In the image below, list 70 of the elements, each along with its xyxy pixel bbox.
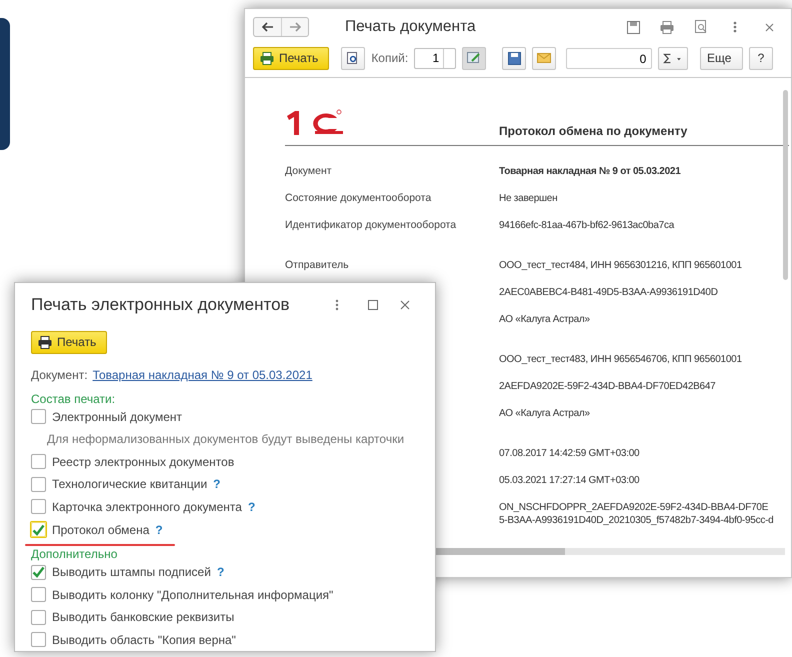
hint-text: Для неформализованных документов будут выведены карточки [46,431,406,448]
envelope-icon [537,53,552,63]
checkbox-label: Технологические квитанции [52,477,208,492]
checkbox-label: Электронный документ [52,410,182,424]
help-link[interactable]: ? [213,477,220,492]
checkbox[interactable] [31,632,46,648]
field-value: АО «Калуга Астрал» [499,313,590,326]
checkbox[interactable] [31,610,46,625]
section-title: Состав печати: [31,392,116,406]
forward-arrow-icon [289,22,301,32]
printer-icon [260,52,274,64]
field-value: Не завершен [499,192,558,205]
document-heading: Протокол обмена по документу [499,124,688,138]
table-pencil-icon [467,52,482,64]
field-label: Идентификатор документооборота [285,219,458,231]
preview-button[interactable] [341,46,366,70]
checkbox[interactable] [31,476,46,492]
checkbox[interactable] [31,587,46,602]
floppy-icon [508,52,521,64]
save-button[interactable] [502,46,526,70]
window-title: Печать документа [345,18,477,36]
printer-icon [38,336,52,349]
print-button[interactable]: Печать [253,46,330,70]
checkbox-label: Выводить область "Копия верна" [52,632,236,647]
field-value: 2AEC0ABEBC4-B481-49D5-B3AA-A9936191D40D [499,286,718,299]
checkbox-label: Реестр электронных документов [52,454,234,469]
checkbox-label: Протокол обмена [52,522,150,537]
email-button[interactable] [532,46,556,70]
sigma-icon [663,52,682,64]
document-label: Документ: [31,368,88,382]
field-value: 94166efc-81aa-467b-bf62-9613ac0ba7ca [499,219,674,232]
sum-dropdown-button[interactable] [658,46,688,70]
magnifier-icon [347,52,360,64]
checkbox[interactable] [31,564,46,580]
checkbox-label: Карточка электронного документа [52,500,242,514]
copies-label: Копий: [371,51,408,65]
checkbox[interactable] [31,409,46,424]
back-arrow-icon [262,22,274,32]
field-value: ON_NSCHFDOPPR_2AEFDA9202E-59F2-434D-BBA4-DF70E 5-B3AA-A9936191D40D_20210305_f57482b7-3494-4bf0-95cc-d [499,501,774,527]
field-label: Состояние документооборота [285,192,432,204]
vertical-scrollbar[interactable] [783,90,788,280]
checkbox[interactable] [31,454,46,470]
logo-drawing [285,108,343,138]
field-value: 05.03.2021 17:27:14 GMT+03:00 [499,474,640,487]
field-value: Товарная накладная № 9 от 05.03.2021 [499,165,681,178]
checkmark-icon [32,566,45,578]
help-link[interactable]: ? [248,500,256,514]
more-button[interactable]: Еще [700,46,743,70]
field-value: 2AEFDA9202E-59F2-434D-BBA4-DF70ED42B647 [499,380,716,393]
help-link[interactable]: ? [155,522,163,537]
field-label: Отправитель [285,259,350,271]
field-value: АО «Калуга Астрал» [499,407,590,420]
checkmark-icon [32,524,45,536]
checkbox-label: Выводить штампы подписей [52,565,211,580]
field-value: 07.08.2017 14:42:59 GMT+03:00 [499,447,640,460]
field-value: ООО_тест_тест484, ИНН 9656301216, КПП 965601001 [499,259,742,272]
print-button[interactable]: Печать [31,330,108,354]
checkbox-label: Выводить банковские реквизиты [52,610,234,624]
copies-field[interactable]: 1 [414,48,456,68]
field-value: ООО_тест_тест483, ИНН 9656546706, КПП 965601001 [499,353,742,366]
checkbox-label: Выводить колонку "Дополнительная информация" [52,588,334,602]
field-label: Документ [285,165,333,177]
help-link[interactable]: ? [216,565,224,580]
edit-toggle-button[interactable] [462,46,486,70]
help-button[interactable]: ? [748,46,773,70]
section-title: Дополнительно [31,546,118,561]
dialog-title: Печать электронных документов [31,294,291,315]
document-link[interactable]: Товарная накладная № 9 от 05.03.2021 [92,368,312,382]
checkbox[interactable] [31,499,46,514]
amount-field[interactable]: 0 [566,48,652,68]
